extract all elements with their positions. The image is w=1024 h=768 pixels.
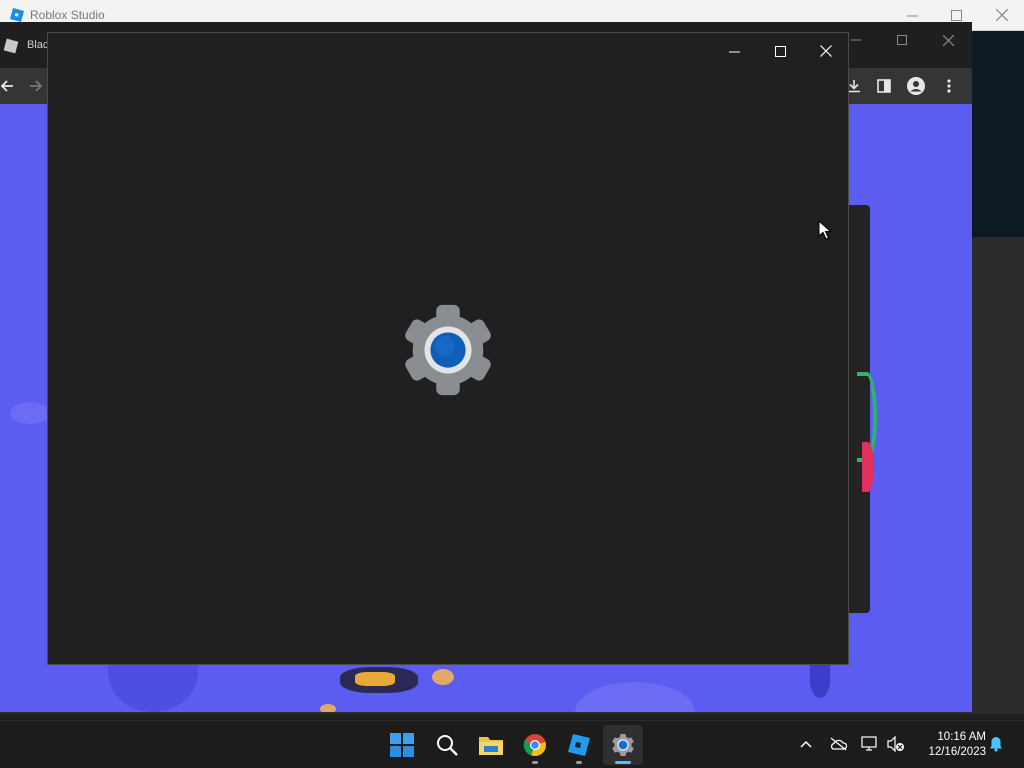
page-character xyxy=(432,669,454,685)
studio-panel xyxy=(970,237,1024,714)
back-button[interactable] xyxy=(0,75,18,97)
folder-icon xyxy=(479,737,503,755)
search-icon xyxy=(437,735,458,756)
windows-start-icon xyxy=(390,733,414,757)
close-icon xyxy=(820,45,832,57)
maximize-icon xyxy=(774,45,786,57)
settings-minimize-button[interactable] xyxy=(711,36,757,66)
clock-time: 10:16 AM xyxy=(937,731,986,743)
settings-maximize-button[interactable] xyxy=(757,36,803,66)
taskbar: 10:16 AM 12/16/2023 xyxy=(0,720,1024,768)
active-indicator xyxy=(615,761,631,764)
page-decoration xyxy=(810,662,830,698)
taskbar-chrome[interactable] xyxy=(515,725,555,765)
show-hidden-icons-button[interactable] xyxy=(795,733,817,755)
taskbar-roblox-studio[interactable] xyxy=(559,725,599,765)
volume-muted-icon xyxy=(887,736,904,752)
side-panel-button[interactable] xyxy=(873,75,895,97)
maximize-icon xyxy=(897,35,907,45)
minimize-icon xyxy=(851,39,861,41)
browser-menu-button[interactable] xyxy=(938,75,960,97)
forward-arrow-icon xyxy=(30,80,43,92)
download-icon xyxy=(848,80,860,93)
browser-close-button[interactable] xyxy=(928,28,968,52)
page-character xyxy=(355,672,395,686)
page-decoration xyxy=(10,402,50,424)
forward-button[interactable] xyxy=(25,75,47,97)
studio-viewport xyxy=(970,31,1024,237)
network-button[interactable] xyxy=(859,733,881,755)
roblox-studio-icon xyxy=(568,734,590,756)
taskbar-clock[interactable]: 10:16 AM 12/16/2023 xyxy=(914,730,986,760)
maximize-icon xyxy=(950,9,962,21)
roblox-tab-icon xyxy=(3,38,19,54)
browser-tab-title[interactable]: Blac xyxy=(27,39,48,51)
studio-close-button[interactable] xyxy=(982,4,1022,26)
bell-icon xyxy=(990,737,1002,752)
browser-maximize-button[interactable] xyxy=(882,28,922,52)
taskbar-file-explorer[interactable] xyxy=(471,725,511,765)
profile-icon xyxy=(907,77,925,95)
volume-button[interactable] xyxy=(885,733,907,755)
cloud-offline-icon xyxy=(830,737,847,751)
onedrive-button[interactable] xyxy=(827,733,849,755)
settings-close-button[interactable] xyxy=(803,36,849,66)
clock-date: 12/16/2023 xyxy=(928,746,986,758)
settings-window xyxy=(47,32,849,665)
settings-gear-icon xyxy=(399,301,497,399)
back-arrow-icon xyxy=(0,80,13,92)
taskbar-settings[interactable] xyxy=(603,725,643,765)
network-icon xyxy=(861,736,877,751)
close-icon xyxy=(996,9,1008,21)
running-indicator xyxy=(532,761,538,764)
minimize-icon xyxy=(728,51,740,52)
taskbar-search-button[interactable] xyxy=(427,725,467,765)
studio-window-title: Roblox Studio xyxy=(30,8,105,22)
profile-button[interactable] xyxy=(905,75,927,97)
page-decoration xyxy=(575,682,695,712)
settings-gear-icon xyxy=(612,733,634,757)
minimize-icon xyxy=(906,15,918,16)
roblox-studio-icon xyxy=(10,8,24,22)
notification-button[interactable] xyxy=(985,733,1007,755)
running-indicator xyxy=(576,761,582,764)
chrome-icon xyxy=(523,734,546,757)
page-character xyxy=(320,704,336,712)
side-panel-icon xyxy=(877,79,891,93)
page-decoration xyxy=(862,442,874,492)
close-icon xyxy=(942,34,954,46)
start-button[interactable] xyxy=(382,725,422,765)
chevron-up-icon xyxy=(800,740,812,748)
kebab-menu-icon xyxy=(947,79,951,93)
mouse-cursor-icon xyxy=(818,220,832,240)
